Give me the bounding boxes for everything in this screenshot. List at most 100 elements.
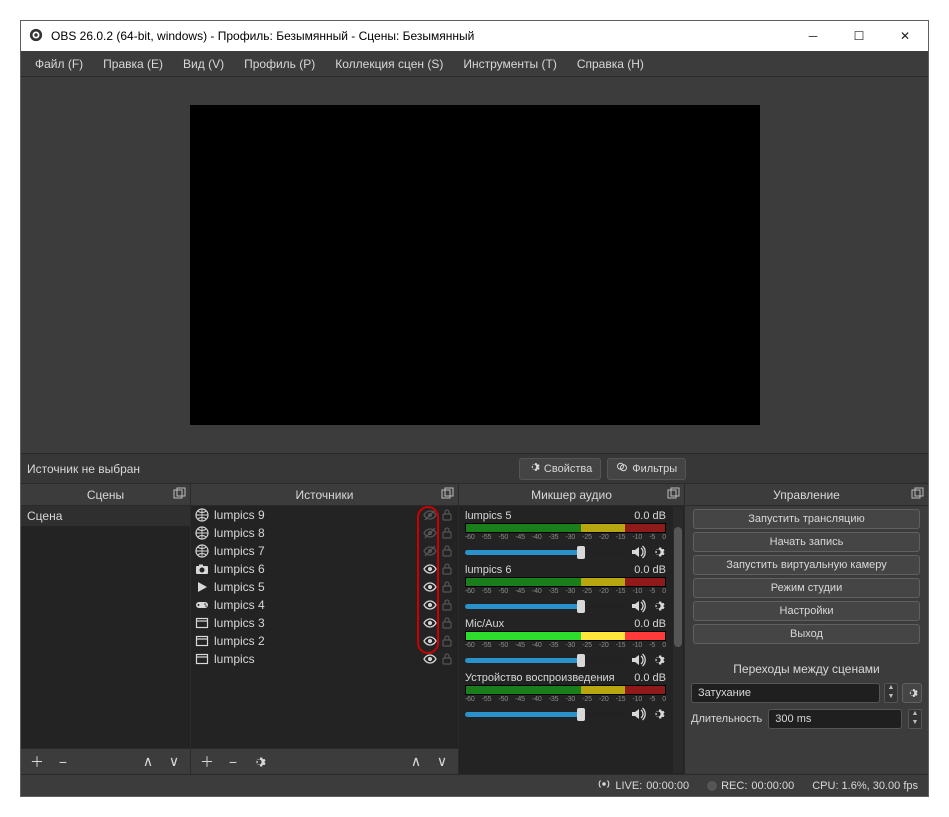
source-row[interactable]: lumpics — [191, 650, 458, 668]
visibility-toggle[interactable] — [423, 562, 437, 576]
lock-toggle[interactable] — [440, 616, 454, 630]
properties-label: Свойства — [544, 463, 592, 475]
mixer-scrollbar[interactable] — [673, 507, 683, 773]
lock-toggle[interactable] — [440, 544, 454, 558]
menu-scenecollection[interactable]: Коллекция сцен (S) — [325, 54, 453, 74]
volume-slider[interactable] — [465, 604, 626, 609]
camera-icon — [195, 562, 209, 576]
settings-button[interactable]: Настройки — [693, 601, 920, 621]
visibility-toggle[interactable] — [423, 652, 437, 666]
scenes-list[interactable]: Сцена — [21, 506, 190, 748]
popout-icon[interactable] — [666, 487, 680, 501]
scene-item[interactable]: Сцена — [21, 506, 190, 526]
window-icon — [195, 616, 209, 630]
popout-icon[interactable] — [910, 487, 924, 501]
source-row[interactable]: lumpics 4 — [191, 596, 458, 614]
visibility-toggle[interactable] — [423, 580, 437, 594]
volume-slider[interactable] — [465, 550, 626, 555]
channel-db: 0.0 dB — [634, 564, 666, 576]
source-row[interactable]: lumpics 9 — [191, 506, 458, 524]
menu-file[interactable]: Файл (F) — [25, 54, 93, 74]
duration-spin[interactable]: ▲▼ — [908, 709, 922, 729]
record-dot-icon — [707, 781, 717, 791]
transition-spin[interactable]: ▲▼ — [884, 683, 898, 703]
channel-settings-button[interactable] — [650, 598, 666, 614]
lock-toggle[interactable] — [440, 508, 454, 522]
context-bar: Источник не выбран Свойства Фильтры — [21, 454, 928, 484]
properties-button[interactable]: Свойства — [519, 458, 601, 480]
lock-toggle[interactable] — [440, 526, 454, 540]
channel-settings-button[interactable] — [650, 652, 666, 668]
audio-meter — [465, 685, 666, 695]
move-scene-up-button[interactable]: ∧ — [138, 752, 158, 772]
channel-settings-button[interactable] — [650, 544, 666, 560]
lock-toggle[interactable] — [440, 598, 454, 612]
minimize-button[interactable]: ─ — [790, 21, 836, 51]
start-streaming-button[interactable]: Запустить трансляцию — [693, 509, 920, 529]
filters-button[interactable]: Фильтры — [607, 458, 686, 480]
remove-source-button[interactable]: − — [223, 752, 243, 772]
popout-icon[interactable] — [440, 487, 454, 501]
visibility-toggle[interactable] — [423, 526, 437, 540]
mute-button[interactable] — [630, 706, 646, 722]
maximize-button[interactable]: ☐ — [836, 21, 882, 51]
source-label: lumpics 4 — [214, 598, 417, 612]
mute-button[interactable] — [630, 652, 646, 668]
no-source-label: Источник не выбран — [27, 462, 277, 476]
move-source-up-button[interactable]: ∧ — [406, 752, 426, 772]
studio-mode-button[interactable]: Режим студии — [693, 578, 920, 598]
transition-settings-button[interactable] — [902, 683, 922, 703]
sources-list[interactable]: lumpics 9lumpics 8lumpics 7 lumpics 6 lump… — [191, 506, 458, 748]
popout-icon[interactable] — [172, 487, 186, 501]
source-properties-button[interactable] — [249, 752, 269, 772]
channel-name: lumpics 6 — [465, 564, 511, 576]
mixer-header: Микшер аудио — [459, 484, 684, 506]
preview-area[interactable] — [21, 77, 928, 454]
app-window: OBS 26.0.2 (64-bit, windows) - Профиль: … — [20, 20, 929, 797]
lock-toggle[interactable] — [440, 652, 454, 666]
lock-toggle[interactable] — [440, 580, 454, 594]
remove-scene-button[interactable]: − — [53, 752, 73, 772]
mixer-scale: -60-55-50-45-40-35-30-25-20-15-10-50 — [465, 588, 666, 597]
close-button[interactable]: ✕ — [882, 21, 928, 51]
source-label: lumpics 6 — [214, 562, 417, 576]
menu-profile[interactable]: Профиль (P) — [234, 54, 325, 74]
visibility-toggle[interactable] — [423, 634, 437, 648]
source-row[interactable]: lumpics 7 — [191, 542, 458, 560]
add-source-button[interactable]: ＋ — [197, 752, 217, 772]
source-row[interactable]: lumpics 8 — [191, 524, 458, 542]
volume-slider[interactable] — [465, 712, 626, 717]
channel-settings-button[interactable] — [650, 706, 666, 722]
duration-input[interactable]: 300 ms — [768, 709, 902, 729]
menu-edit[interactable]: Правка (E) — [93, 54, 173, 74]
volume-slider[interactable] — [465, 658, 626, 663]
exit-button[interactable]: Выход — [693, 624, 920, 644]
move-scene-down-button[interactable]: ∨ — [164, 752, 184, 772]
start-virtualcam-button[interactable]: Запустить виртуальную камеру — [693, 555, 920, 575]
lock-toggle[interactable] — [440, 562, 454, 576]
move-source-down-button[interactable]: ∨ — [432, 752, 452, 772]
source-label: lumpics — [214, 652, 417, 666]
mixer-channel: lumpics 6 0.0 dB -60-55-50-45-40-35-30-25-… — [465, 564, 666, 614]
gear-icon — [528, 461, 540, 476]
menu-view[interactable]: Вид (V) — [173, 54, 234, 74]
lock-toggle[interactable] — [440, 634, 454, 648]
menu-tools[interactable]: Инструменты (T) — [453, 54, 566, 74]
source-row[interactable]: lumpics 5 — [191, 578, 458, 596]
transition-select[interactable]: Затухание — [691, 683, 880, 703]
mute-button[interactable] — [630, 598, 646, 614]
mute-button[interactable] — [630, 544, 646, 560]
source-row[interactable]: lumpics 6 — [191, 560, 458, 578]
source-row[interactable]: lumpics 3 — [191, 614, 458, 632]
menu-help[interactable]: Справка (H) — [567, 54, 654, 74]
start-recording-button[interactable]: Начать запись — [693, 532, 920, 552]
source-row[interactable]: lumpics 2 — [191, 632, 458, 650]
visibility-toggle[interactable] — [423, 598, 437, 612]
filter-icon — [616, 461, 628, 476]
add-scene-button[interactable]: ＋ — [27, 752, 47, 772]
visibility-toggle[interactable] — [423, 508, 437, 522]
visibility-toggle[interactable] — [423, 616, 437, 630]
status-live: LIVE: 00:00:00 — [597, 777, 689, 794]
filters-label: Фильтры — [632, 463, 677, 475]
visibility-toggle[interactable] — [423, 544, 437, 558]
